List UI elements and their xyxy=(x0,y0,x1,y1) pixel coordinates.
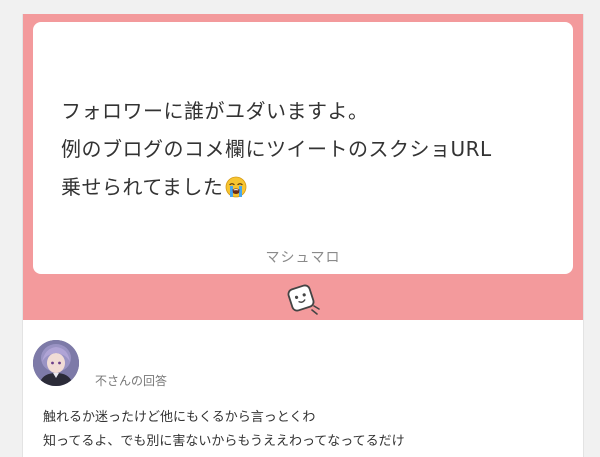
answer-section: 不さんの回答 触れるか迷ったけど他にもくるから言っとくわ 知ってるよ、でも別に害… xyxy=(23,320,583,457)
question-card: フォロワーに誰がユダいますよ。 例のブログのコメ欄にツイートのスクショURL 乗… xyxy=(33,22,573,274)
question-line-3-text: 乗せられてました xyxy=(61,175,224,199)
question-line-3: 乗せられてました xyxy=(61,168,561,210)
answer-line-1: 触れるか迷ったけど他にもくるから言っとくわ xyxy=(43,410,316,425)
question-text: フォロワーに誰がユダいますよ。 例のブログのコメ欄にツイートのスクショURL 乗… xyxy=(61,92,561,210)
brand-label: マシュマロ xyxy=(265,250,341,266)
question-area: フォロワーに誰がユダいますよ。 例のブログのコメ欄にツイートのスクショURL 乗… xyxy=(23,14,583,320)
answer-line-2: 知ってるよ、でも別に害ないからもうええわってなってるだけ xyxy=(43,434,405,449)
question-line-2: 例のブログのコメ欄にツイートのスクショURL xyxy=(61,137,492,161)
marshmallow-card: フォロワーに誰がユダいますよ。 例のブログのコメ欄にツイートのスクショURL 乗… xyxy=(22,14,584,457)
avatar[interactable] xyxy=(33,340,79,386)
answer-text: 触れるか迷ったけど他にもくるから言っとくわ 知ってるよ、でも別に害ないからもうえ… xyxy=(43,406,405,454)
answerer-label: 不さんの回答 xyxy=(95,374,168,388)
page: フォロワーに誰がユダいますよ。 例のブログのコメ欄にツイートのスクショURL 乗… xyxy=(0,0,600,457)
crying-face-icon xyxy=(225,172,247,210)
question-line-1: フォロワーに誰がユダいますよ。 xyxy=(61,99,369,123)
marshmallow-logo-icon xyxy=(281,278,325,318)
